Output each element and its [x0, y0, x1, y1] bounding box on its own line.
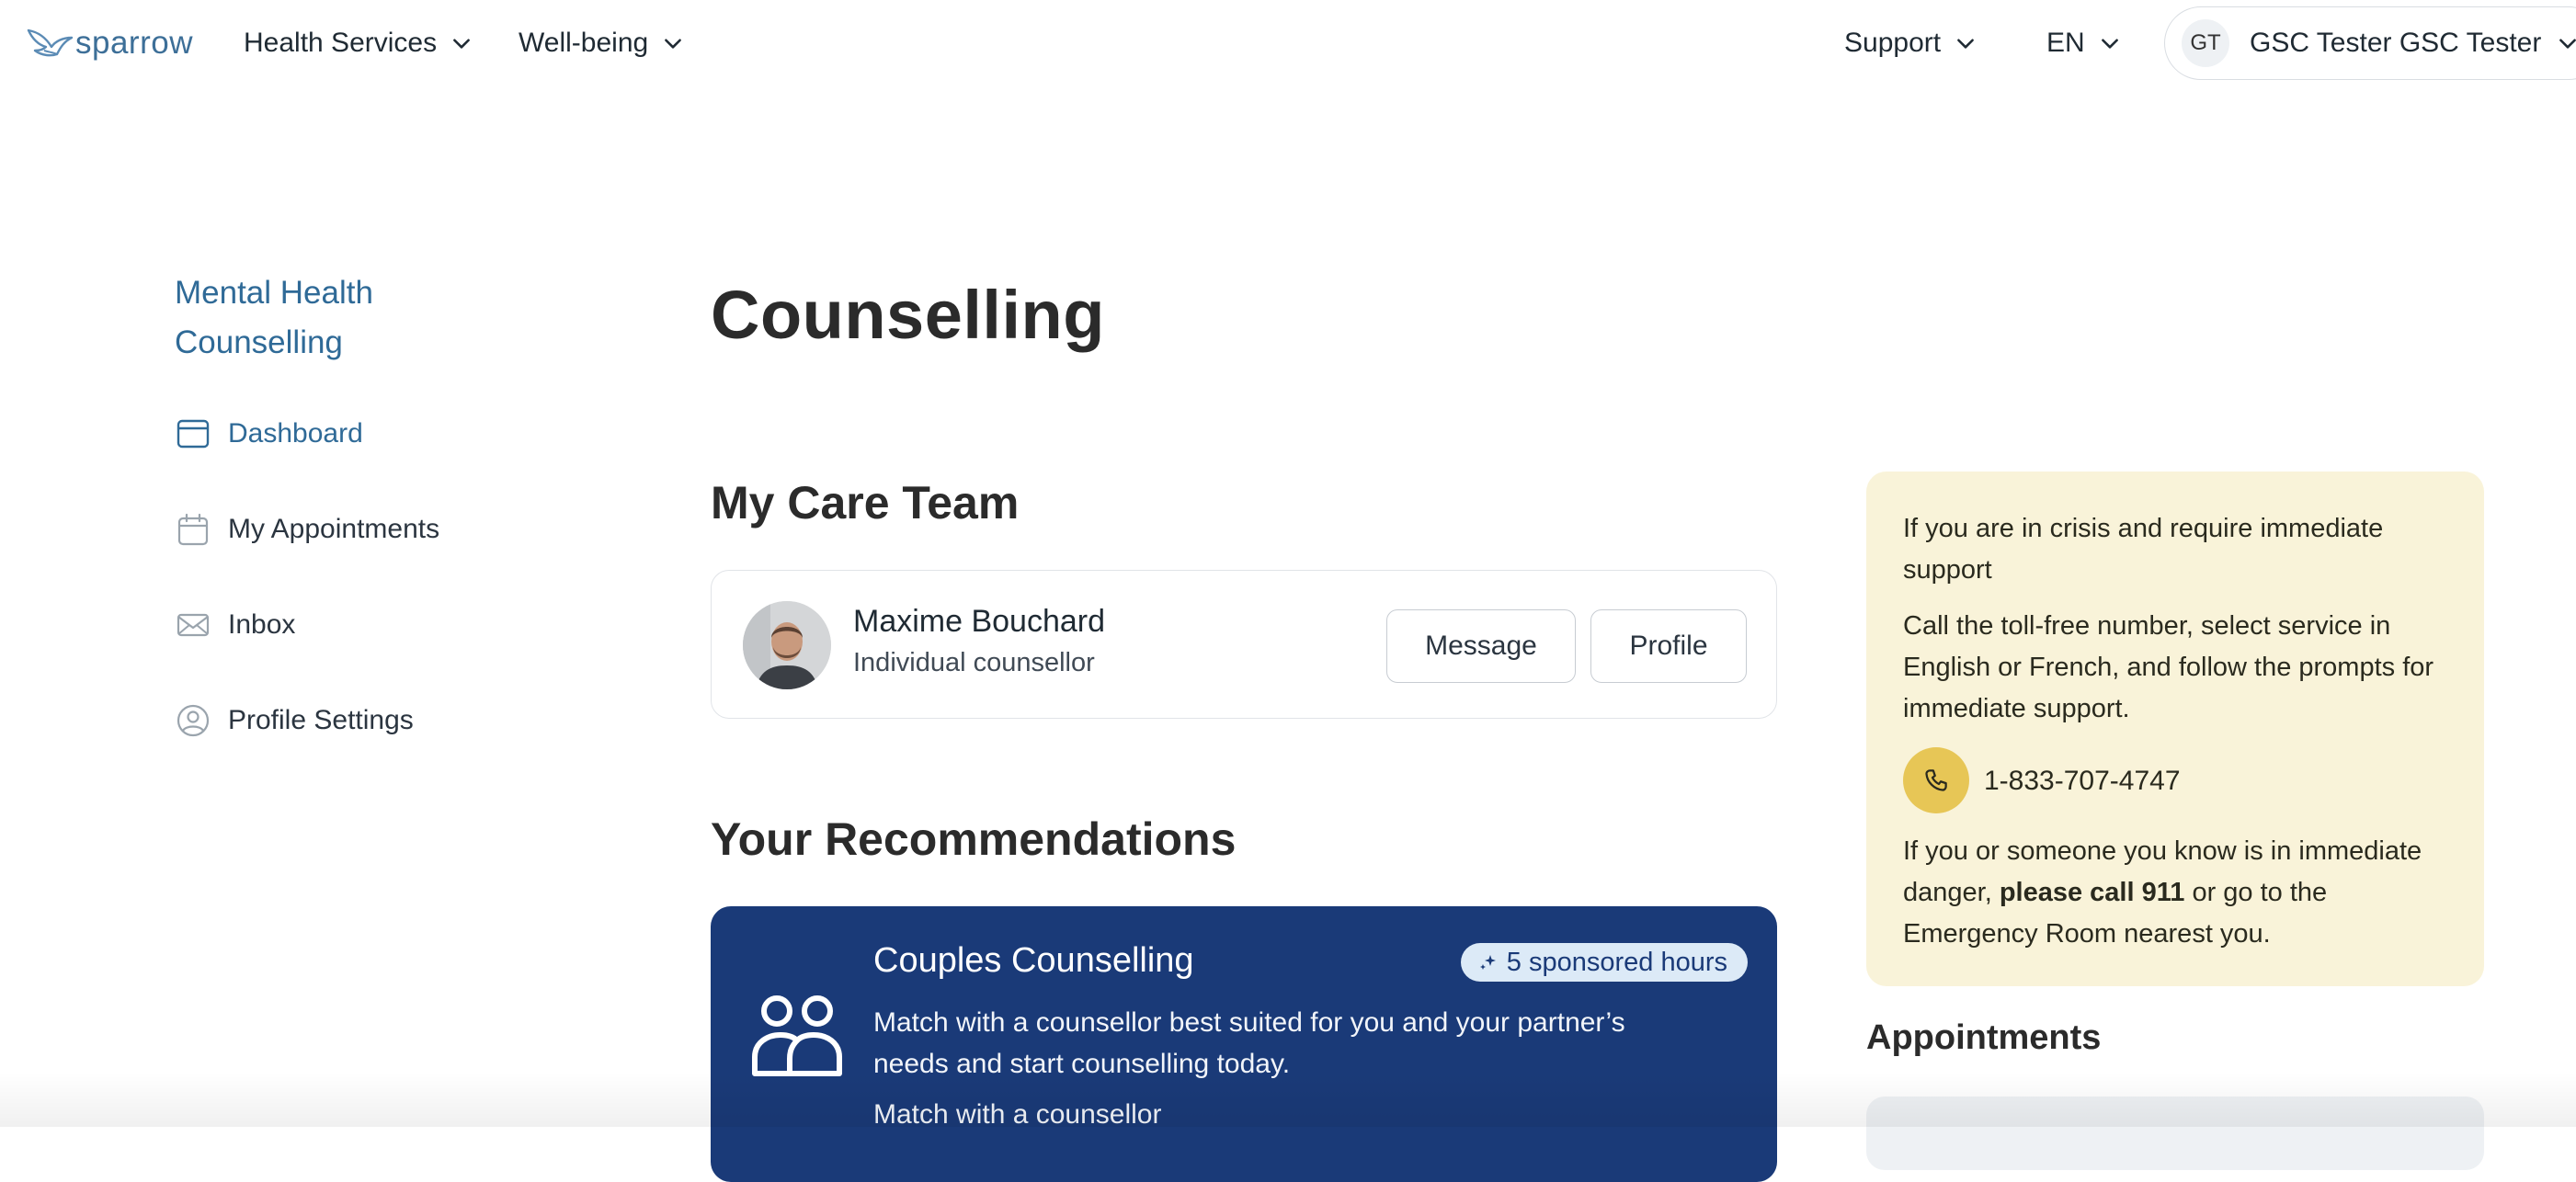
sparkle-icon [1479, 955, 1496, 970]
counsellor-role: Individual counsellor [853, 648, 1095, 677]
sponsored-hours-badge: 5 sponsored hours [1460, 943, 1748, 982]
sidebar-item-label: Dashboard [228, 418, 363, 449]
crisis-instructions: Call the toll-free number, select servic… [1903, 611, 2434, 723]
appointments-heading: Appointments [1866, 1018, 2102, 1057]
sidebar-item-dashboard[interactable]: Dashboard [175, 412, 363, 456]
calendar-icon [177, 513, 209, 546]
care-team-heading: My Care Team [711, 477, 1020, 528]
phone-badge [1903, 747, 1969, 813]
language-label: EN [2046, 28, 2085, 58]
sidebar-item-my-appointments[interactable]: My Appointments [175, 507, 439, 551]
envelope-icon [177, 613, 210, 637]
sidebar-title-line1: Mental Health [175, 275, 373, 311]
message-button[interactable]: Message [1386, 609, 1576, 683]
chevron-down-icon [2101, 39, 2118, 49]
dashboard-icon [177, 419, 210, 449]
recommendation-title: Couples Counselling [873, 941, 1194, 980]
recommendation-description: Match with a counsellor best suited for … [873, 1007, 1625, 1079]
profile-button[interactable]: Profile [1590, 609, 1747, 683]
appointments-panel [1866, 1097, 2484, 1170]
couple-icon [752, 995, 842, 1076]
care-team-card: Maxime Bouchard Individual counsellor Me… [711, 570, 1777, 719]
chevron-down-icon [665, 39, 682, 49]
recommendation-card[interactable]: Couples Counselling 5 sponsored hours Ma… [711, 906, 1777, 1182]
chevron-down-icon [453, 39, 470, 49]
nav-support[interactable]: Support [1844, 24, 1978, 63]
sidebar-item-label: Profile Settings [228, 705, 414, 735]
crisis-phone[interactable]: 1-833-707-4747 [1903, 746, 2447, 814]
nav-health-services-label: Health Services [244, 28, 438, 58]
nav-support-label: Support [1844, 28, 1942, 58]
chevron-down-icon [1957, 39, 1974, 49]
nav-well-being[interactable]: Well-being [519, 24, 685, 63]
emergency-call-911: please call 911 [1999, 878, 2185, 907]
phone-number: 1-833-707-4747 [1984, 765, 2181, 796]
sidebar-title-line2: Counselling [175, 324, 343, 360]
top-navigation: sparrow Health Services Well-being Suppo… [0, 0, 2576, 86]
nav-well-being-label: Well-being [519, 28, 649, 58]
user-menu[interactable]: GT GSC Tester GSC Tester [2164, 6, 2576, 80]
sparrow-logo[interactable]: sparrow [26, 20, 193, 66]
user-circle-icon [177, 704, 210, 737]
language-selector[interactable]: EN [2046, 24, 2122, 63]
crisis-support-box: If you are in crisis and require immedia… [1866, 472, 2484, 986]
sidebar-item-inbox[interactable]: Inbox [175, 603, 295, 647]
phone-icon [1925, 769, 1947, 791]
sidebar-item-label: Inbox [228, 609, 296, 640]
sponsored-hours-label: 5 sponsored hours [1506, 947, 1727, 977]
sidebar-title: Mental Health Counselling [175, 268, 373, 368]
counsellor-photo [743, 601, 831, 689]
chevron-down-icon [2559, 39, 2576, 49]
sidebar-item-label: My Appointments [228, 514, 440, 544]
sidebar-item-profile-settings[interactable]: Profile Settings [175, 699, 414, 743]
recommendations-heading: Your Recommendations [711, 813, 1237, 865]
user-name: GSC Tester GSC Tester [2250, 28, 2542, 58]
avatar: GT [2182, 19, 2229, 67]
sparrow-bird-icon [27, 28, 74, 57]
logo-text: sparrow [75, 25, 193, 61]
page-title: Counselling [711, 277, 1105, 353]
counsellor-name: Maxime Bouchard [853, 604, 1106, 639]
match-counsellor-link[interactable]: Match with a counsellor [873, 1099, 1161, 1131]
crisis-heading: If you are in crisis and require immedia… [1903, 514, 2384, 585]
emergency-text: If you or someone you know is in immedia… [1903, 831, 2447, 955]
nav-health-services[interactable]: Health Services [244, 24, 473, 63]
